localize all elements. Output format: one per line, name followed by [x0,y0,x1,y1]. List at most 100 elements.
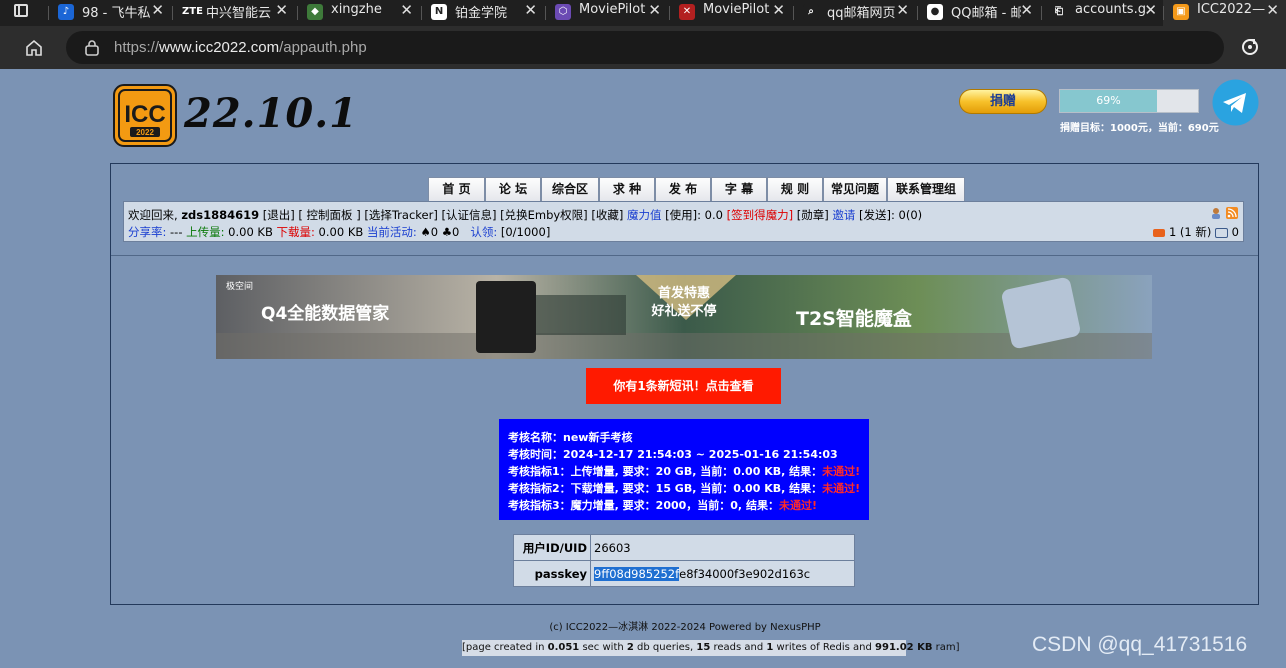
tab-separator [297,6,298,20]
bonus-link[interactable]: 魔力值 [627,208,662,222]
home-icon[interactable] [24,38,44,58]
browser-tab[interactable]: ⬡ MoviePilot ✕ [545,0,669,26]
moviepilot-red-icon: ✕ [679,4,695,20]
favorites-link[interactable]: [收藏] [591,208,623,222]
sent-count: 0 [1231,225,1239,239]
inbox-icon [1153,228,1166,237]
download-value: 0.00 KB [314,225,367,239]
close-tab-icon[interactable]: ✕ [772,1,785,19]
tab-actions-button[interactable] [0,0,44,26]
nav-forum[interactable]: 论 坛 [485,177,541,201]
close-tab-icon[interactable]: ✕ [151,1,164,19]
tab-separator [917,6,918,20]
close-tab-icon[interactable]: ✕ [400,1,413,19]
auth-info-link[interactable]: [认证信息] [441,208,496,222]
table-row: 用户ID/UID 26603 [513,534,855,561]
passkey-label: passkey [513,560,591,587]
url-field[interactable]: https://www.icc2022.com/appauth.php [66,31,1224,64]
logout-link[interactable]: [退出] [263,208,295,222]
nav-torrents[interactable]: 综合区 [541,177,599,201]
bonus-value: [使用]: 0.0 [661,208,727,222]
tab-title: ICC2022— [1197,2,1266,17]
site-version: 22.10.1 [184,90,359,137]
browser-tab[interactable]: ♪ 98 - 飞牛私 ✕ [48,0,172,26]
close-tab-icon[interactable]: ✕ [896,1,909,19]
uid-value: 26603 [590,534,855,561]
claim-value: [0/1000] [497,225,551,239]
invite-link[interactable]: 邀请 [832,208,855,222]
nav-requests[interactable]: 求 种 [599,177,655,201]
emby-link[interactable]: [兑换Emby权限] [500,208,588,222]
copyright: (c) ICC2022—冰淇淋 2022-2024 Powered by Nex… [549,622,821,633]
main-nav: 首 页论 坛综合区求 种发 布字 幕规 则常见问题 联系管理组 [428,177,965,201]
medals-link[interactable]: [勋章] [793,208,832,222]
exam-index-1: 考核指标1：上传增量, 要求：20 GB, 当前：0.00 KB, 结果：未通过… [508,465,861,478]
username-link[interactable]: zds1884619 [181,208,259,222]
rss-icon[interactable] [1226,207,1238,219]
banner-right-text: T2S智能魔盒 [796,307,913,330]
active-value: ♠0 ♣0 [416,225,460,239]
site-logo[interactable]: ICC 2022 [113,84,177,147]
moviepilot-icon: ⬡ [555,4,571,20]
ratio-value: --- [166,225,187,239]
nav-subtitles[interactable]: 字 幕 [711,177,767,201]
friends-icon[interactable] [1212,208,1220,219]
close-tab-icon[interactable]: ✕ [1266,1,1279,19]
icc-tab-icon: ▣ [1173,4,1189,20]
select-tracker-link[interactable]: [选择Tracker] [364,208,437,222]
tab-separator [1163,6,1164,20]
browser-tab[interactable]: N 铂金学院 ✕ [421,0,545,26]
close-tab-icon[interactable]: ✕ [275,1,288,19]
zte-icon: ZTE [182,4,203,20]
donate-button[interactable]: 捐赠 [959,89,1047,114]
claim-link[interactable]: 认领: [470,225,497,239]
lock-icon [85,40,99,56]
sent-icon [1215,227,1229,238]
signin-link[interactable]: [签到得魔力] [727,208,793,222]
exam-index-2: 考核指标2：下载增量, 要求：15 GB, 当前：0.00 KB, 结果：未通过… [508,482,861,495]
nav-rules[interactable]: 规 则 [767,177,823,201]
active-label: 当前活动: [366,225,417,239]
ratio-label: 分享率: [128,225,167,239]
exam-index-3: 考核指标3：魔力增量, 要求：2000，当前：0, 结果：未通过! [508,499,817,512]
close-tab-icon[interactable]: ✕ [648,1,661,19]
address-bar: https://www.icc2022.com/appauth.php [0,26,1286,69]
tab-separator [172,6,173,20]
nav-home[interactable]: 首 页 [428,177,485,201]
tab-separator [421,6,422,20]
tab-separator [545,6,546,20]
browser-tab[interactable]: ● QQ邮箱 - 邮 ✕ [917,0,1041,26]
browser-tab[interactable]: ✕ MoviePilot ✕ [669,0,793,26]
browser-tab[interactable]: ▣ ICC2022— ✕ [1163,0,1286,26]
tab-separator [48,6,49,20]
nav-upload[interactable]: 发 布 [655,177,711,201]
telegram-icon[interactable] [1212,79,1259,126]
nav-contact-staff[interactable]: 联系管理组 [887,177,965,201]
upload-value: 0.00 KB [224,225,277,239]
exam-box: 考核名称：new新手考核 考核时间：2024-12-17 21:54:03 ~ … [499,419,869,520]
new-message-notice[interactable]: 你有1条新短讯！点击查看 [586,368,781,404]
close-tab-icon[interactable]: ✕ [524,1,537,19]
close-tab-icon[interactable]: ✕ [1020,1,1033,19]
logo-sub: 2022 [136,128,154,137]
upload-label: 上传量: [186,225,225,239]
browser-tab[interactable]: ⌕ qq邮箱网页 ✕ [793,0,917,26]
passkey-value[interactable]: 9ff08d985252fe8f34000f3e902d163c [590,560,855,587]
close-tab-icon[interactable]: ✕ [1144,1,1157,19]
control-panel-link[interactable]: [ 控制面板 ] [298,208,360,222]
passkey-rest-text: e8f34000f3e902d163c [679,566,811,581]
inbox-count: 1 (1 新) [1168,225,1212,239]
tab-separator [793,6,794,20]
passkey-selected-text: 9ff08d985252f [594,566,680,581]
welcome-text: 欢迎回来, [128,208,182,222]
browser-tab[interactable]: ◆ xingzhe ✕ [297,0,421,26]
ad-banner[interactable]: 极空间 Q4全能数据管家 首发特惠 好礼送不停 T2S智能魔盒 [216,275,1152,359]
browser-tab[interactable]: ⎗ accounts.g ✕ [1041,0,1165,26]
messages-indicator[interactable]: 1 (1 新) 0 [1153,224,1239,240]
tab-title: QQ邮箱 - 邮 [951,6,1021,20]
tab-title: 铂金学院 [455,6,508,20]
nav-faq[interactable]: 常见问题 [823,177,887,201]
browser-tab[interactable]: ZTE 中兴智能云 ✕ [172,0,296,26]
tab-title: xingzhe [331,2,382,17]
extension-icon[interactable] [1240,37,1260,57]
